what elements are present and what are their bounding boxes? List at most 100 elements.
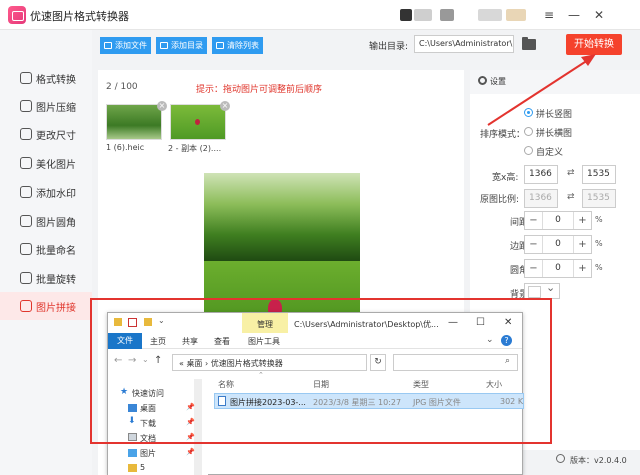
plus-icon[interactable]: + [573,212,591,229]
app-logo-icon [8,6,26,24]
output-dir-input[interactable]: C:\Users\Administrator\ [414,35,514,53]
sidebar-item-label: 更改尺寸 [36,130,76,142]
output-dir-label: 输出目录: [369,42,409,52]
pin-icon: 📌 [186,448,195,456]
version-label: 版本：v2.0.4.0 [570,456,627,465]
sidebar: 格式转换 图片压缩 更改尺寸 美化图片 添加水印 图片圆角 批量命名 批量旋转 … [0,30,92,475]
user-name-blur [440,9,454,21]
border-value: 0 [555,239,561,249]
image-counter: 2 / 100 [106,82,138,92]
ratio-width-input: 1366 [524,189,558,208]
thumbnail-name: 1 (6).heic [106,143,145,152]
add-file-icon [104,42,112,49]
sidebar-item-label: 格式转换 [36,74,76,86]
version-icon [556,454,565,463]
radius-stepper[interactable]: − 0 + [524,259,592,278]
plus-icon[interactable]: + [573,236,591,253]
remove-thumbnail-icon[interactable]: × [157,101,167,111]
swap-icon[interactable]: ⇄ [567,168,575,178]
clear-list-label: 清除列表 [227,41,259,50]
sidebar-item-image-stitch[interactable]: 图片拼接 [0,292,92,320]
sidebar-item-format-convert[interactable]: 格式转换 [0,64,92,92]
close-button[interactable]: ✕ [590,6,608,24]
radius-value: 0 [555,263,561,273]
nav-pictures[interactable]: 图片 [140,448,156,459]
ratio-label: 原图比例: [480,195,520,205]
sidebar-item-batch-rotate[interactable]: 批量旋转 [0,264,92,292]
browse-folder-icon[interactable] [522,37,536,50]
size-label: 宽x高: [492,173,519,183]
sidebar-item-round-corner[interactable]: 图片圆角 [0,207,92,235]
user-name-blur [478,9,502,21]
add-file-label: 添加文件 [115,41,147,50]
remove-thumbnail-icon[interactable]: × [220,101,230,111]
radio-horizontal[interactable] [524,127,533,136]
background-color-picker[interactable] [524,281,560,299]
app-title: 优速图片格式转换器 [30,10,129,23]
minus-icon[interactable]: − [525,236,543,253]
sidebar-item-label: 批量命名 [36,245,76,257]
radius-unit: % [595,263,603,272]
clear-list-button[interactable]: 清除列表 [212,37,263,54]
stitch-icon [20,300,32,312]
ratio-height-input: 1535 [582,189,616,208]
spacing-value: 0 [555,215,561,225]
radio-horizontal-label: 拼长横图 [536,129,573,139]
pictures-icon [128,449,137,457]
user-avatar[interactable] [400,9,412,21]
plus-icon[interactable]: + [573,260,591,277]
folder-icon [160,42,168,49]
add-folder-button[interactable]: 添加目录 [156,37,207,54]
border-stepper[interactable]: − 0 + [524,235,592,254]
highlight-box [90,298,552,444]
watermark-icon [20,186,32,198]
start-convert-button[interactable]: 开始转换 [566,34,622,55]
spacing-stepper[interactable]: − 0 + [524,211,592,230]
gear-icon [478,76,487,85]
minus-icon[interactable]: − [525,212,543,229]
convert-icon [20,72,32,84]
rotate-icon [20,272,32,284]
add-folder-label: 添加目录 [171,41,203,50]
spacing-unit: % [595,215,603,224]
radio-custom-label: 自定义 [536,148,564,158]
radio-custom[interactable] [524,146,533,155]
add-file-button[interactable]: 添加文件 [100,37,151,54]
sidebar-item-resize[interactable]: 更改尺寸 [0,120,92,148]
menu-icon[interactable]: ≡ [540,6,558,24]
sidebar-item-compress[interactable]: 图片压缩 [0,92,92,120]
width-input[interactable]: 1366 [524,165,558,184]
sidebar-item-label: 图片压缩 [36,102,76,114]
minus-icon[interactable]: − [525,260,543,277]
thumbnail-image[interactable] [170,104,226,140]
user-name-blur [506,9,526,21]
border-unit: % [595,239,603,248]
radio-vertical[interactable] [524,108,533,117]
sidebar-item-label: 图片拼接 [36,302,76,314]
swap-icon: ⇄ [567,192,575,202]
folder-icon [128,464,137,472]
sidebar-item-batch-rename[interactable]: 批量命名 [0,235,92,263]
drag-hint: 提示：拖动图片可调整前后顺序 [196,85,323,95]
beautify-icon [20,157,32,169]
radio-vertical-label: 拼长竖图 [536,110,573,120]
nav-folder-5[interactable]: 5 [140,463,145,472]
minimize-button[interactable]: — [565,6,583,24]
thumbnail-name: 2 - 副本 (2).... [168,144,222,153]
trash-icon [216,42,224,49]
compress-icon [20,100,32,112]
round-corner-icon [20,215,32,227]
sidebar-item-label: 图片圆角 [36,217,76,229]
resize-icon [20,128,32,140]
sidebar-item-label: 美化图片 [36,159,76,171]
sidebar-item-beautify[interactable]: 美化图片 [0,149,92,177]
sidebar-item-label: 添加水印 [36,188,76,200]
height-input[interactable]: 1535 [582,165,616,184]
thumbnail-image[interactable] [106,104,162,140]
stitch-preview-top [204,173,360,261]
user-name-blur [414,9,432,21]
settings-title: 设置 [490,77,506,86]
rename-icon [20,243,32,255]
sidebar-item-watermark[interactable]: 添加水印 [0,178,92,206]
sidebar-item-label: 批量旋转 [36,274,76,286]
